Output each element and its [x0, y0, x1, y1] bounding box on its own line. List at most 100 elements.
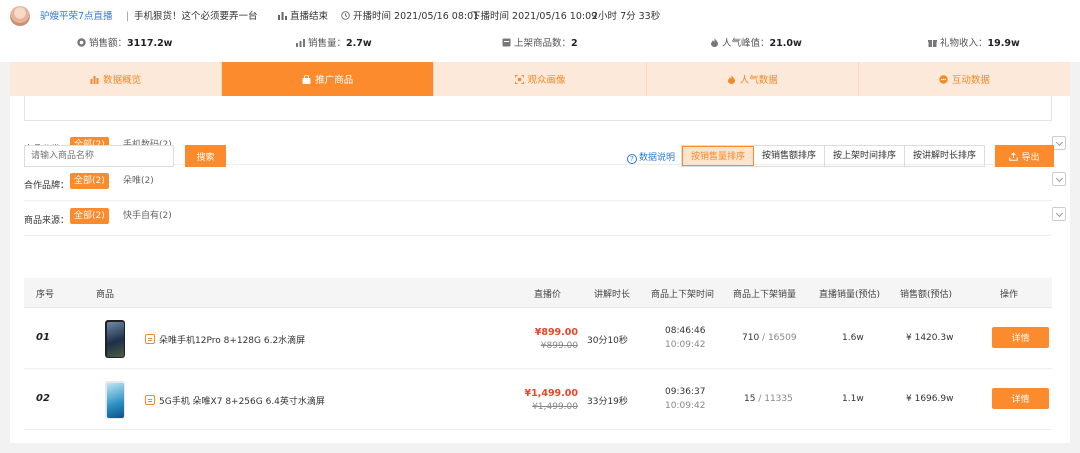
sort-by-volume[interactable]: 按销售量排序 — [682, 146, 755, 166]
stat-peak-popularity: 人气峰值：21.0w — [710, 38, 802, 50]
sales-on: 710 — [742, 333, 760, 343]
anchor-avatar[interactable] — [10, 6, 30, 26]
stat-products: 上架商品数：2 — [502, 38, 578, 50]
listing-sales: 15 / 11335 — [744, 394, 793, 404]
detail-button[interactable]: 详情 — [992, 388, 1049, 409]
th-live-sales: 直播销量(预估) — [819, 290, 881, 300]
live-sales: 1.6w — [842, 333, 864, 343]
row-index: 02 — [36, 393, 50, 404]
gift-icon — [928, 40, 937, 47]
stat-label: 人气峰值： — [722, 38, 770, 49]
filter-brand: 合作品牌： 全部(2) 朵唯(2) — [24, 165, 1066, 201]
original-price: ¥899.00 — [540, 341, 578, 351]
filter-chip-option[interactable]: 朵唯(2) — [119, 173, 158, 189]
search-button[interactable]: 搜索 — [185, 145, 226, 167]
bar-chart-icon — [296, 39, 305, 47]
product-image[interactable] — [101, 381, 129, 419]
product-name[interactable]: 5G手机 朵唯X7 8+256G 6.4英寸水滴屏 — [159, 394, 325, 407]
stat-value: 3117.2w — [127, 38, 173, 49]
sort-by-amount[interactable]: 按销售额排序 — [754, 146, 826, 166]
end-time: 下播时间 2021/05/16 10:09 — [471, 11, 598, 22]
live-status-label: 直播结束 — [290, 11, 329, 22]
th-index: 序号 — [36, 290, 55, 300]
th-explain-duration: 讲解时长 — [594, 290, 631, 300]
filter-source: 商品来源： 全部(2) 快手自有(2) — [24, 200, 1066, 236]
stat-label: 礼物收入： — [940, 38, 988, 49]
stat-label: 上架商品数： — [514, 38, 572, 49]
box-icon — [502, 38, 511, 47]
start-time: 开播时间 2021/05/16 08:01 — [341, 11, 479, 23]
export-button[interactable]: 导出 — [995, 145, 1054, 167]
stat-gift-income: 礼物收入：19.9w — [928, 38, 1020, 50]
export-label: 导出 — [1021, 152, 1040, 163]
off-time: 10:09:42 — [665, 401, 706, 411]
stat-sales-amount: 销售额：3117.2w — [77, 38, 172, 50]
empty-box — [24, 96, 1052, 121]
search-input[interactable] — [24, 145, 174, 167]
off-time: 10:09:42 — [665, 340, 706, 350]
stat-value: 2.7w — [346, 38, 372, 49]
tab-label: 互动数据 — [951, 75, 990, 86]
detail-button[interactable]: 详情 — [992, 327, 1049, 348]
live-status: 直播结束 — [278, 11, 328, 23]
live-sales: 1.1w — [842, 394, 864, 404]
live-price: ¥899.00 — [534, 327, 578, 338]
tab-label: 观众画像 — [527, 75, 566, 86]
th-revenue: 销售额(预估) — [900, 290, 953, 300]
product-image[interactable] — [101, 320, 129, 358]
table-header: 序号 商品 直播价 讲解时长 商品上下架时间 商品上下架销量 直播销量(预估) … — [24, 278, 1052, 308]
filter-chip-all[interactable]: 全部(2) — [70, 173, 109, 189]
live-header: 驴嫂平荣7点直播 | 手机狠货！这个必须要弄一台 直播结束 开播时间 2021/… — [0, 0, 1080, 62]
chart-icon — [90, 75, 99, 84]
sales-slash: / — [759, 333, 768, 343]
live-title: 手机狠货！这个必须要弄一台 — [134, 11, 258, 22]
chevron-down-icon[interactable] — [1052, 207, 1066, 221]
explain-duration: 33分19秒 — [587, 397, 628, 407]
sort-by-explain-duration[interactable]: 按讲解时长排序 — [905, 146, 984, 166]
tab-interaction-data[interactable]: 互动数据 — [859, 62, 1070, 96]
explain-duration: 30分10秒 — [587, 336, 628, 346]
sort-group: 按销售量排序 按销售额排序 按上架时间排序 按讲解时长排序 — [681, 145, 986, 167]
tab-bar: 数据概览 推广商品 观众画像 人气数据 互动数据 — [10, 62, 1070, 96]
stat-label: 销售量： — [308, 38, 347, 49]
filter-chip-all[interactable]: 全部(2) — [70, 208, 109, 224]
face-icon — [514, 74, 524, 84]
upload-icon — [1009, 151, 1019, 161]
header-separator: | — [126, 11, 130, 22]
table-row: 02 5G手机 朵唯X7 8+256G 6.4英寸水滴屏 ¥1,499.00 ¥… — [24, 369, 1052, 430]
coin-icon — [77, 38, 86, 47]
flame-icon — [711, 38, 718, 47]
on-time: 08:46:46 — [665, 326, 706, 336]
th-live-price: 直播价 — [534, 290, 562, 300]
filter-label: 商品来源： — [24, 216, 70, 226]
table-row: 01 朵唯手机12Pro 8+128G 6.2水滴屏 ¥899.00 ¥899.… — [24, 308, 1052, 369]
listing-sales: 710 / 16509 — [742, 333, 797, 343]
sales-on: 15 — [744, 394, 756, 404]
tab-label: 人气数据 — [739, 75, 778, 86]
tab-popularity-data[interactable]: 人气数据 — [647, 62, 859, 96]
chat-icon — [939, 74, 948, 84]
stat-value: 21.0w — [769, 38, 802, 49]
sort-by-listing-time[interactable]: 按上架时间排序 — [825, 146, 906, 166]
on-time: 09:36:37 — [665, 387, 706, 397]
tab-audience-profile[interactable]: 观众画像 — [434, 62, 647, 96]
product-name[interactable]: 朵唯手机12Pro 8+128G 6.2水滴屏 — [159, 333, 305, 346]
th-listing-sales: 商品上下架销量 — [733, 290, 797, 300]
flame-icon — [727, 74, 735, 84]
stat-label: 销售额： — [89, 38, 128, 49]
tab-promoted-products[interactable]: 推广商品 — [222, 62, 435, 96]
sales-off: 16509 — [767, 333, 797, 343]
th-listing-time: 商品上下架时间 — [651, 290, 715, 300]
filter-chip-option[interactable]: 快手自有(2) — [119, 208, 176, 224]
bag-icon — [302, 74, 311, 84]
data-description-link[interactable]: ? 数据说明 — [627, 150, 675, 164]
tab-data-overview[interactable]: 数据概览 — [10, 62, 223, 96]
live-price: ¥1,499.00 — [524, 388, 579, 399]
product-tag-icon — [145, 395, 155, 405]
sales-slash: / — [755, 394, 765, 404]
live-duration: 2小时 7分 33秒 — [592, 11, 661, 22]
chevron-down-icon[interactable] — [1052, 172, 1066, 186]
chevron-down-icon[interactable] — [1052, 136, 1066, 150]
anchor-name[interactable]: 驴嫂平荣7点直播 — [40, 11, 113, 23]
filter-label: 合作品牌： — [24, 181, 70, 191]
